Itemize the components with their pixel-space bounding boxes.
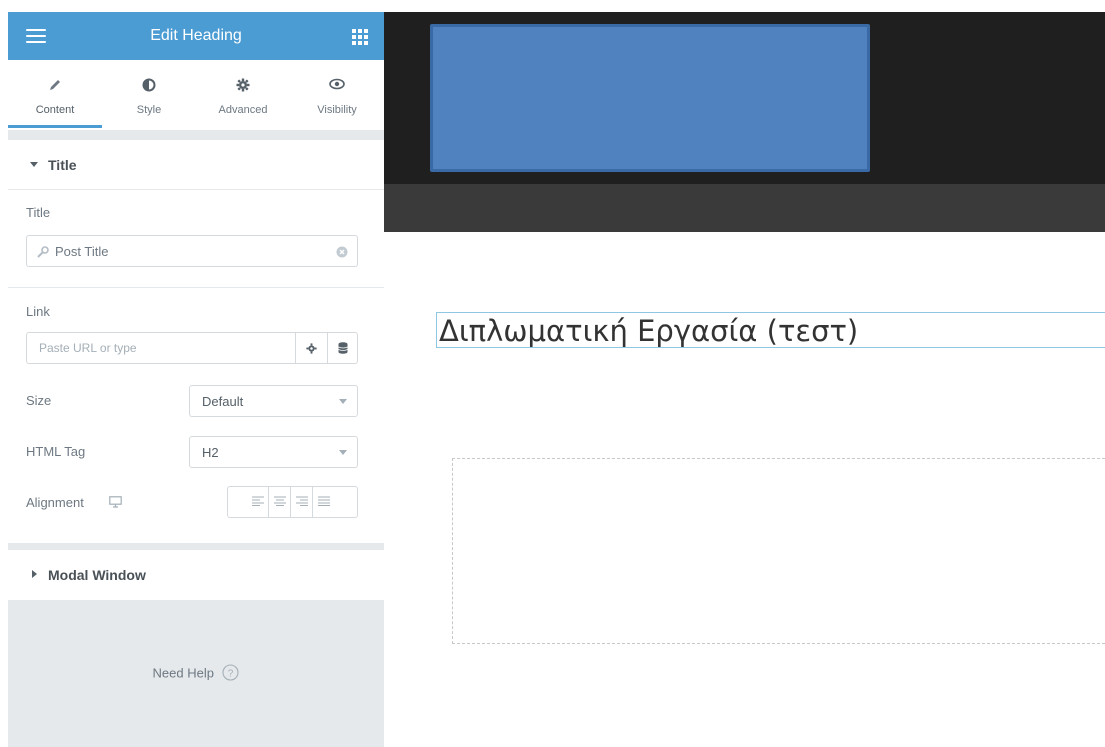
size-select[interactable]: Default [189, 385, 358, 417]
gear-icon[interactable] [306, 343, 317, 354]
alignment-label: Alignment [26, 495, 84, 510]
panel-title: Edit Heading [150, 27, 242, 44]
editor-panel: Edit Heading Content Style Advanced Visi… [8, 12, 384, 747]
align-center-icon [274, 496, 286, 506]
size-value: Default [202, 394, 244, 409]
align-center-button[interactable] [269, 487, 291, 517]
desktop-icon[interactable] [109, 496, 122, 508]
tab-visibility-label: Visibility [317, 104, 357, 116]
tabs-separator [8, 130, 384, 140]
link-label: Link [26, 304, 50, 319]
svg-text:?: ? [228, 669, 234, 680]
tab-advanced-label: Advanced [218, 104, 268, 116]
title-label: Title [26, 205, 51, 220]
align-left-button[interactable] [247, 487, 269, 517]
panel-tabs: Content Style Advanced Visibility [8, 60, 384, 130]
database-icon[interactable] [338, 342, 348, 354]
need-help-label: Need Help [152, 665, 214, 681]
modal-window-section-header[interactable]: Modal Window [8, 550, 384, 600]
tab-visibility[interactable]: Visibility [290, 60, 384, 128]
clear-icon[interactable] [336, 246, 348, 258]
heading-widget[interactable]: Διπλωματική Εργασία (τεστ) [436, 312, 1105, 348]
wrench-icon [37, 246, 49, 258]
title-dynamic-field[interactable]: Post Title [26, 235, 358, 267]
align-right-icon [296, 496, 308, 506]
gear-icon [236, 78, 250, 92]
preview-navbar [384, 184, 1105, 232]
title-value: Post Title [55, 244, 109, 259]
logo-image[interactable] [430, 24, 870, 172]
align-left-icon [252, 496, 264, 506]
tab-style-label: Style [136, 104, 162, 116]
tab-content-label: Content [35, 104, 75, 116]
html-tag-label: HTML Tag [26, 444, 86, 459]
align-justify-button[interactable] [313, 487, 335, 517]
chevron-down-icon [339, 450, 347, 455]
caret-down-icon [30, 162, 38, 167]
question-circle-icon: ? [222, 664, 239, 681]
tab-content[interactable]: Content [8, 60, 102, 128]
chevron-down-icon [339, 399, 347, 404]
tab-advanced[interactable]: Advanced [196, 60, 290, 128]
link-input[interactable]: Paste URL or type [39, 333, 137, 364]
title-section-header[interactable]: Title [8, 140, 384, 190]
alignment-control [227, 486, 358, 518]
pencil-icon [50, 80, 60, 90]
empty-section-dropzone[interactable] [452, 458, 1105, 644]
modal-window-heading: Modal Window [48, 567, 146, 583]
link-field[interactable]: Paste URL or type [26, 332, 358, 364]
widgets-grid-icon[interactable] [352, 29, 368, 45]
divider [8, 287, 384, 288]
size-label: Size [26, 393, 52, 408]
html-tag-value: H2 [202, 445, 219, 460]
caret-right-icon [32, 570, 37, 578]
html-tag-select[interactable]: H2 [189, 436, 358, 468]
tab-style[interactable]: Style [102, 60, 196, 128]
align-justify-icon [318, 496, 330, 506]
need-help-link[interactable]: Need Help ? [8, 664, 384, 682]
preview-heading: Διπλωματική Εργασία (τεστ) [439, 314, 859, 348]
contrast-icon [142, 78, 156, 92]
eye-icon [329, 78, 345, 90]
align-right-button[interactable] [291, 487, 313, 517]
title-section-heading: Title [48, 157, 77, 173]
panel-topbar: Edit Heading [8, 12, 384, 60]
